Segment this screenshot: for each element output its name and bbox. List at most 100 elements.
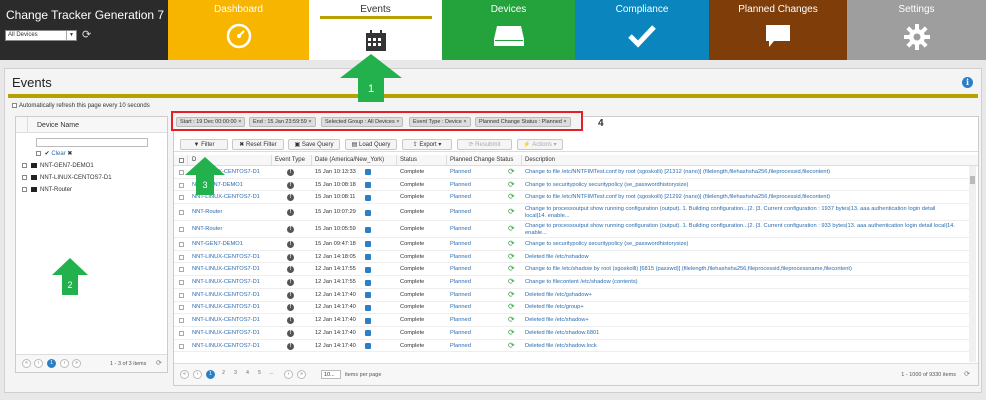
table-row[interactable]: NNT-LINUX-CENTOS7-D1! 15 Jan 10:08:11 Comp… <box>174 191 969 205</box>
device-link[interactable]: NNT-LINUX-CENTOS7-D1 <box>192 266 270 272</box>
event-description[interactable]: Deleted file /etc/nshadow <box>525 254 955 261</box>
event-description[interactable]: Change to file /etc/NNTFIMTest.conf by r… <box>525 194 955 201</box>
scrollbar-thumb[interactable] <box>970 176 975 184</box>
row-checkbox[interactable] <box>179 330 184 336</box>
tab-compliance[interactable]: Compliance <box>575 0 709 60</box>
table-row[interactable]: NNT-LINUX-CENTOS7-D1! 12 Jan 14:17:40 Comp… <box>174 327 969 340</box>
device-link[interactable]: NNT-LINUX-CENTOS7-D1 <box>192 304 270 310</box>
planned-change-status[interactable]: Planned <box>450 317 471 323</box>
event-description[interactable]: Deleted file /etc/gshadow+ <box>525 292 955 299</box>
table-row[interactable]: NNT-LINUX-CENTOS7-D1! 12 Jan 14:18:05 Comp… <box>174 251 969 264</box>
page-button[interactable]: 2 <box>219 370 228 379</box>
refresh-icon[interactable]: ⟳ <box>508 328 515 337</box>
autorefresh-option[interactable]: Automatically refresh this page every 10… <box>12 103 150 109</box>
planned-change-status[interactable]: Planned <box>450 292 471 298</box>
filter-chip[interactable]: Event Type : Device × <box>409 117 471 127</box>
row-checkbox[interactable] <box>179 227 184 233</box>
device-list-item[interactable]: NNT-Router <box>22 187 72 193</box>
table-row[interactable]: NNT-Router! 15 Jan 10:05:59 Complete Planne… <box>174 221 969 239</box>
event-description[interactable]: Change to filecontent /etc/shadow (conte… <box>525 279 955 286</box>
refresh-icon[interactable]: ⟳ <box>508 290 515 299</box>
row-checkbox[interactable] <box>179 169 184 175</box>
page-button[interactable]: 4 <box>243 370 252 379</box>
refresh-icon[interactable]: ⟳ <box>82 28 91 41</box>
info-icon[interactable]: i <box>962 77 973 88</box>
planned-change-status[interactable]: Planned <box>450 279 471 285</box>
next-page-button[interactable]: › <box>284 370 293 379</box>
device-group-select[interactable]: All Devices ▼ <box>5 30 77 41</box>
planned-change-status[interactable]: Planned <box>450 254 471 260</box>
save-query-button[interactable]: ▣ Save Query <box>288 139 340 150</box>
list-icon[interactable] <box>365 182 371 189</box>
device-link[interactable]: NNT-LINUX-CENTOS7-D1 <box>192 194 270 200</box>
tab-settings[interactable]: Settings <box>847 0 986 60</box>
table-row[interactable]: NNT-Router! 15 Jan 10:07:29 Complete Planne… <box>174 204 969 222</box>
device-link[interactable]: NNT-GEN7-DEMO1 <box>192 241 270 247</box>
table-row[interactable]: NNT-LINUX-CENTOS7-D1! 12 Jan 14:17:40 Comp… <box>174 340 969 353</box>
event-description[interactable]: Deleted file /etc/shadow+ <box>525 317 955 324</box>
device-list-item[interactable]: NNT-LINUX-CENTOS7-D1 <box>22 175 112 181</box>
list-icon[interactable] <box>365 241 371 248</box>
column-header-planned-change-status[interactable]: Planned Change Status <box>450 157 513 163</box>
list-icon[interactable] <box>365 279 371 286</box>
planned-change-status[interactable]: Planned <box>450 226 471 232</box>
event-description[interactable]: Deleted file /etc/shadow.6801 <box>525 330 955 337</box>
prev-page-button[interactable]: ‹ <box>34 359 43 368</box>
device-search-input[interactable] <box>36 138 148 147</box>
refresh-icon[interactable]: ⟳ <box>508 252 515 261</box>
close-icon[interactable]: × <box>308 119 311 125</box>
event-description[interactable]: Deleted file /etc/shadow.lock <box>525 343 955 350</box>
refresh-icon[interactable]: ⟳ <box>508 180 515 189</box>
close-icon[interactable]: × <box>463 119 466 125</box>
event-description[interactable]: Change to securitypolicy securitypolicy … <box>525 182 955 189</box>
clear-selection-button[interactable]: Clear <box>51 151 65 157</box>
row-checkbox[interactable] <box>179 343 184 349</box>
row-checkbox[interactable] <box>179 254 184 260</box>
list-icon[interactable] <box>365 330 371 337</box>
device-link[interactable]: NNT-LINUX-CENTOS7-D1 <box>192 330 270 336</box>
close-icon[interactable]: × <box>238 119 241 125</box>
reset-filter-button[interactable]: ✖ Reset Filter <box>232 139 284 150</box>
list-icon[interactable] <box>365 194 371 201</box>
column-header-status[interactable]: Status <box>400 157 417 163</box>
filter-chip[interactable]: Selected Group : All Devices × <box>321 117 404 127</box>
refresh-icon[interactable]: ⟳ <box>508 192 515 201</box>
actions-button[interactable]: ⚡ Actions ▾ <box>517 139 563 150</box>
refresh-icon[interactable]: ⟳ <box>508 239 515 248</box>
close-icon[interactable]: × <box>563 119 566 125</box>
planned-change-status[interactable]: Planned <box>450 330 471 336</box>
event-description[interactable]: Change to file /etc/NNTFIMTest.conf by r… <box>525 169 955 176</box>
tab-dashboard[interactable]: Dashboard <box>168 0 309 60</box>
first-page-button[interactable]: « <box>22 359 31 368</box>
table-row[interactable]: NNT-LINUX-CENTOS7-D1! 12 Jan 14:17:55 Comp… <box>174 264 969 277</box>
planned-change-status[interactable]: Planned <box>450 169 471 175</box>
list-icon[interactable] <box>365 304 371 311</box>
table-row[interactable]: NNT-LINUX-CENTOS7-D1! 12 Jan 14:17:40 Comp… <box>174 314 969 327</box>
row-checkbox[interactable] <box>179 318 184 324</box>
list-icon[interactable] <box>365 266 371 273</box>
refresh-icon[interactable]: ⟳ <box>508 277 515 286</box>
device-link[interactable]: NNT-LINUX-CENTOS7-D1 <box>192 343 270 349</box>
prev-page-button[interactable]: ‹ <box>193 370 202 379</box>
tab-planned-changes[interactable]: Planned Changes <box>709 0 847 60</box>
close-icon[interactable]: × <box>396 119 399 125</box>
page-button[interactable]: 1 <box>206 370 215 379</box>
planned-change-status[interactable]: Planned <box>450 194 471 200</box>
row-checkbox[interactable] <box>179 292 184 298</box>
event-description[interactable]: Change to file /etc/shadow by root (sgos… <box>525 266 955 273</box>
row-checkbox[interactable] <box>179 305 184 311</box>
row-checkbox[interactable] <box>179 210 184 216</box>
planned-change-status[interactable]: Planned <box>450 304 471 310</box>
device-link[interactable]: NNT-LINUX-CENTOS7-D1 <box>192 317 270 323</box>
refresh-icon[interactable]: ⟳ <box>508 341 515 350</box>
row-checkbox[interactable] <box>179 241 184 247</box>
planned-change-status[interactable]: Planned <box>450 182 471 188</box>
event-description[interactable]: Change to securitypolicy securitypolicy … <box>525 241 955 248</box>
page-button[interactable]: 5 <box>255 370 264 379</box>
planned-change-status[interactable]: Planned <box>450 209 471 215</box>
column-header-date[interactable]: Date (America/New_York) <box>315 157 384 163</box>
refresh-icon[interactable]: ⟳ <box>508 315 515 324</box>
resubmit-button[interactable]: ⟳ Resubmit <box>457 139 512 150</box>
refresh-icon[interactable]: ⟳ <box>508 167 515 176</box>
event-description[interactable]: Change to processoutput show running con… <box>525 206 955 220</box>
